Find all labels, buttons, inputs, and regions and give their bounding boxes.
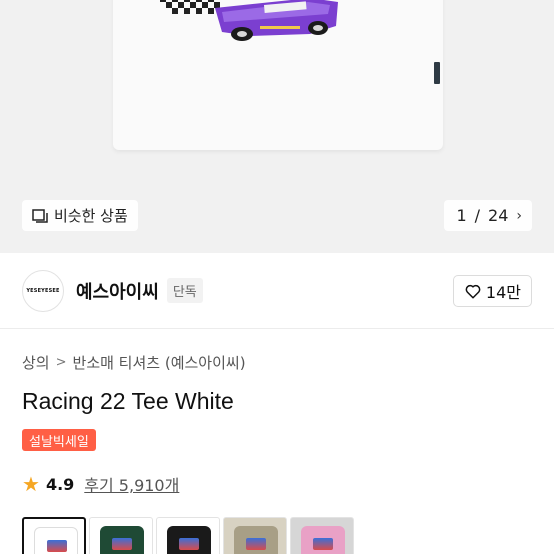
brand-row: YESEYESEE 예스아이씨 단독 14만 [0,253,554,329]
heart-icon [465,284,481,298]
breadcrumb-item-subcategory[interactable]: 반소매 티셔츠 (예스아이씨) [73,352,246,373]
chevron-right-icon: › [516,207,522,224]
breadcrumb-item-category[interactable]: 상의 [22,352,50,373]
tee-thumbnail [234,526,278,554]
similar-items-icon [32,208,48,223]
brand-logo[interactable]: YESEYESEE [22,269,64,312]
tee-thumbnail [100,526,144,554]
color-thumb-black[interactable] [156,517,220,554]
brand-like-button[interactable]: 14만 [452,274,532,307]
color-options [22,517,354,554]
racing-car-print [160,0,338,41]
exclusive-badge: 단독 [166,278,203,303]
color-thumb-pink[interactable] [290,517,354,554]
breadcrumb: 상의 > 반소매 티셔츠 (예스아이씨) [22,352,246,373]
color-thumb-white[interactable] [22,517,86,554]
brand-name[interactable]: 예스아이씨 [76,278,159,304]
rating-value: 4.9 [45,474,75,494]
brand-logo-text: YESEYESEE [26,287,60,294]
image-pager[interactable]: 1 / 24 › [444,200,532,231]
pager-current: 1 [456,206,467,225]
product-image-carousel[interactable]: 비슷한 상품 1 / 24 › [0,0,554,253]
similar-products-button[interactable]: 비슷한 상품 [22,200,138,231]
tee-thumbnail [301,526,345,554]
product-title: Racing 22 Tee White [22,388,234,414]
sale-badge: 설날빅세일 [22,429,96,451]
similar-products-label: 비슷한 상품 [54,207,128,225]
color-thumb-camo[interactable] [223,517,287,554]
rating-row: ★ 4.9 후기 5,910개 [22,472,179,496]
color-thumb-green[interactable] [89,517,153,554]
shirt-tag [434,62,440,84]
like-count: 14만 [485,282,521,302]
reviews-link[interactable]: 후기 5,910개 [84,472,179,496]
pager-total: 24 [488,206,509,225]
star-icon: ★ [22,472,40,496]
tee-thumbnail [34,527,78,554]
pager-separator: / [474,206,481,225]
tee-thumbnail [167,526,211,554]
chevron-right-icon: > [55,355,67,370]
